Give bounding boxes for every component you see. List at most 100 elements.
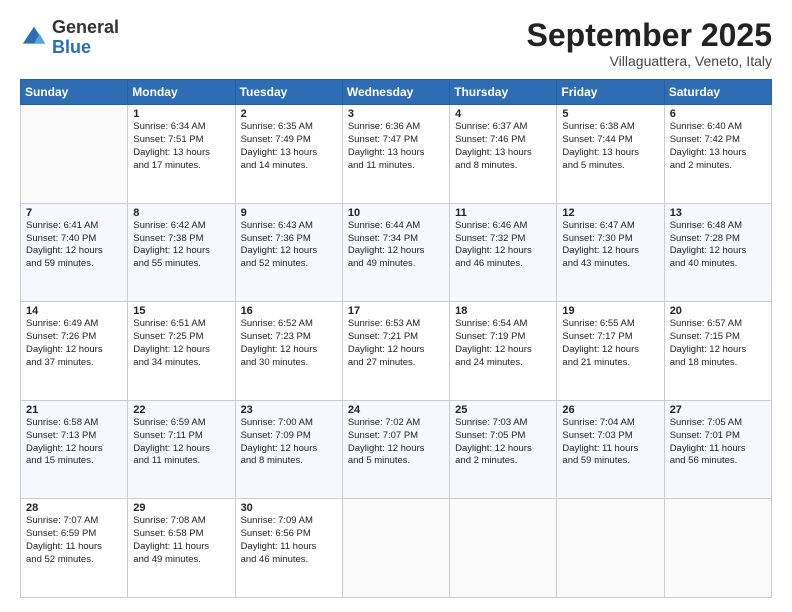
cell-info-line: and 24 minutes. <box>455 357 551 370</box>
day-number: 10 <box>348 207 444 219</box>
calendar-weekday-saturday: Saturday <box>664 80 771 105</box>
cell-info-line: and 11 minutes. <box>348 160 444 173</box>
cell-info-line: and 27 minutes. <box>348 357 444 370</box>
calendar-cell: 24Sunrise: 7:02 AMSunset: 7:07 PMDayligh… <box>342 400 449 499</box>
calendar-week-1: 1Sunrise: 6:34 AMSunset: 7:51 PMDaylight… <box>21 105 772 204</box>
day-number: 20 <box>670 305 766 317</box>
cell-info-line: Sunset: 7:13 PM <box>26 430 122 443</box>
cell-info-line: and 2 minutes. <box>455 455 551 468</box>
calendar-cell: 9Sunrise: 6:43 AMSunset: 7:36 PMDaylight… <box>235 203 342 302</box>
cell-info-line: Daylight: 11 hours <box>562 443 658 456</box>
calendar-cell: 28Sunrise: 7:07 AMSunset: 6:59 PMDayligh… <box>21 499 128 598</box>
cell-info-line: and 52 minutes. <box>241 258 337 271</box>
day-number: 7 <box>26 207 122 219</box>
calendar-cell: 21Sunrise: 6:58 AMSunset: 7:13 PMDayligh… <box>21 400 128 499</box>
cell-info-line: and 43 minutes. <box>562 258 658 271</box>
cell-info-line: Sunrise: 6:36 AM <box>348 121 444 134</box>
day-number: 25 <box>455 404 551 416</box>
cell-info-line: Sunrise: 6:37 AM <box>455 121 551 134</box>
cell-info-line: Sunset: 7:01 PM <box>670 430 766 443</box>
cell-info-line: Sunrise: 6:48 AM <box>670 220 766 233</box>
logo-icon <box>20 24 48 52</box>
day-number: 26 <box>562 404 658 416</box>
cell-info-line: Sunrise: 6:44 AM <box>348 220 444 233</box>
header: General Blue September 2025 Villaguatter… <box>20 18 772 69</box>
cell-info-line: Sunset: 7:51 PM <box>133 134 229 147</box>
cell-info-line: and 17 minutes. <box>133 160 229 173</box>
day-number: 16 <box>241 305 337 317</box>
day-number: 24 <box>348 404 444 416</box>
cell-info-line: and 8 minutes. <box>455 160 551 173</box>
day-number: 5 <box>562 108 658 120</box>
cell-info-line: and 59 minutes. <box>562 455 658 468</box>
calendar-cell <box>450 499 557 598</box>
calendar-cell: 26Sunrise: 7:04 AMSunset: 7:03 PMDayligh… <box>557 400 664 499</box>
cell-info-line: Sunset: 7:40 PM <box>26 233 122 246</box>
calendar-cell <box>21 105 128 204</box>
cell-info-line: Daylight: 12 hours <box>133 443 229 456</box>
day-number: 15 <box>133 305 229 317</box>
day-number: 4 <box>455 108 551 120</box>
calendar-weekday-sunday: Sunday <box>21 80 128 105</box>
cell-info-line: Sunrise: 7:03 AM <box>455 417 551 430</box>
cell-info-line: Sunrise: 6:42 AM <box>133 220 229 233</box>
cell-info-line: Daylight: 12 hours <box>562 344 658 357</box>
cell-info-line: Sunset: 6:56 PM <box>241 528 337 541</box>
cell-info-line: Daylight: 13 hours <box>455 147 551 160</box>
calendar-cell: 17Sunrise: 6:53 AMSunset: 7:21 PMDayligh… <box>342 302 449 401</box>
calendar-cell: 12Sunrise: 6:47 AMSunset: 7:30 PMDayligh… <box>557 203 664 302</box>
cell-info-line: and 49 minutes. <box>133 554 229 567</box>
cell-info-line: Sunrise: 6:55 AM <box>562 318 658 331</box>
calendar-weekday-monday: Monday <box>128 80 235 105</box>
cell-info-line: and 15 minutes. <box>26 455 122 468</box>
logo-general: General <box>52 18 119 38</box>
calendar-table: SundayMondayTuesdayWednesdayThursdayFrid… <box>20 79 772 598</box>
cell-info-line: Sunrise: 7:08 AM <box>133 515 229 528</box>
cell-info-line: Sunset: 7:34 PM <box>348 233 444 246</box>
cell-info-line: Sunrise: 6:38 AM <box>562 121 658 134</box>
cell-info-line: Sunrise: 6:57 AM <box>670 318 766 331</box>
calendar-cell: 18Sunrise: 6:54 AMSunset: 7:19 PMDayligh… <box>450 302 557 401</box>
cell-info-line: Sunrise: 6:49 AM <box>26 318 122 331</box>
cell-info-line: Daylight: 13 hours <box>241 147 337 160</box>
cell-info-line: Sunset: 7:15 PM <box>670 331 766 344</box>
cell-info-line: Sunset: 7:44 PM <box>562 134 658 147</box>
cell-info-line: Sunset: 7:05 PM <box>455 430 551 443</box>
cell-info-line: Sunset: 7:17 PM <box>562 331 658 344</box>
calendar-header-row: SundayMondayTuesdayWednesdayThursdayFrid… <box>21 80 772 105</box>
calendar-cell: 1Sunrise: 6:34 AMSunset: 7:51 PMDaylight… <box>128 105 235 204</box>
calendar-cell: 22Sunrise: 6:59 AMSunset: 7:11 PMDayligh… <box>128 400 235 499</box>
calendar-cell: 23Sunrise: 7:00 AMSunset: 7:09 PMDayligh… <box>235 400 342 499</box>
day-number: 3 <box>348 108 444 120</box>
calendar-weekday-thursday: Thursday <box>450 80 557 105</box>
cell-info-line: and 40 minutes. <box>670 258 766 271</box>
cell-info-line: and 21 minutes. <box>562 357 658 370</box>
calendar-weekday-wednesday: Wednesday <box>342 80 449 105</box>
cell-info-line: and 34 minutes. <box>133 357 229 370</box>
cell-info-line: Sunrise: 6:34 AM <box>133 121 229 134</box>
cell-info-line: Sunrise: 6:51 AM <box>133 318 229 331</box>
cell-info-line: and 11 minutes. <box>133 455 229 468</box>
day-number: 12 <box>562 207 658 219</box>
calendar-cell: 29Sunrise: 7:08 AMSunset: 6:58 PMDayligh… <box>128 499 235 598</box>
cell-info-line: Sunrise: 7:05 AM <box>670 417 766 430</box>
cell-info-line: Daylight: 12 hours <box>26 443 122 456</box>
calendar-cell: 2Sunrise: 6:35 AMSunset: 7:49 PMDaylight… <box>235 105 342 204</box>
cell-info-line: Sunset: 7:36 PM <box>241 233 337 246</box>
cell-info-line: Daylight: 11 hours <box>241 541 337 554</box>
cell-info-line: Sunrise: 7:02 AM <box>348 417 444 430</box>
cell-info-line: Daylight: 12 hours <box>670 344 766 357</box>
cell-info-line: Daylight: 12 hours <box>455 443 551 456</box>
day-number: 28 <box>26 502 122 514</box>
calendar-cell: 4Sunrise: 6:37 AMSunset: 7:46 PMDaylight… <box>450 105 557 204</box>
cell-info-line: Sunset: 7:26 PM <box>26 331 122 344</box>
cell-info-line: Sunrise: 6:53 AM <box>348 318 444 331</box>
calendar-cell: 11Sunrise: 6:46 AMSunset: 7:32 PMDayligh… <box>450 203 557 302</box>
cell-info-line: Sunrise: 6:35 AM <box>241 121 337 134</box>
cell-info-line: Sunrise: 7:07 AM <box>26 515 122 528</box>
cell-info-line: Daylight: 12 hours <box>348 344 444 357</box>
day-number: 27 <box>670 404 766 416</box>
cell-info-line: and 5 minutes. <box>562 160 658 173</box>
day-number: 17 <box>348 305 444 317</box>
calendar-cell: 10Sunrise: 6:44 AMSunset: 7:34 PMDayligh… <box>342 203 449 302</box>
